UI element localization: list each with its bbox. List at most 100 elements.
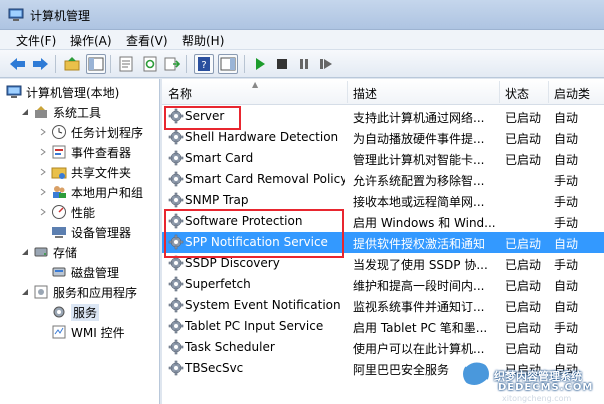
forward-icon[interactable] [30,54,50,74]
up-folder-icon[interactable] [62,54,82,74]
tree-item-label: 磁盘管理 [71,265,120,280]
expanded-icon[interactable] [20,107,30,117]
table-row[interactable]: Tablet PC Input Service 启用 Tablet PC 笔和墨.… [162,316,604,337]
service-description: 为自动播放硬件事件提... [353,132,485,146]
export-list-icon[interactable] [162,54,182,74]
expanded-icon[interactable] [20,247,30,257]
pause-icon[interactable] [294,54,314,74]
users-icon [51,184,67,200]
show-tree-icon[interactable] [86,54,106,74]
table-row[interactable]: Smart Card Removal Policy 允许系统配置为移除智... 手动 [162,169,604,190]
restart-icon[interactable] [316,54,336,74]
play-icon[interactable] [250,54,270,74]
service-gear-icon [168,129,184,145]
device-manager-icon [51,224,67,240]
menu-help[interactable]: 帮助(H) [180,32,226,49]
tree-item-label: 共享文件夹 [71,165,132,180]
performance-icon [51,204,67,220]
tree-item-label: 事件查看器 [71,145,132,160]
collapsed-icon[interactable] [38,207,48,217]
menu-action[interactable]: 操作(A) [68,32,114,49]
service-status: 已启动 [505,300,542,314]
shared-folder-icon [51,164,67,180]
title-bar: 计算机管理 [0,0,604,30]
disk-icon [51,264,67,280]
service-gear-icon [168,360,184,376]
service-description: 启用 Windows 和 Wind... [353,216,496,230]
collapsed-icon[interactable] [38,147,48,157]
collapsed-icon[interactable] [38,167,48,177]
svg-text:?: ? [201,60,206,71]
help-icon[interactable]: ? [194,54,214,74]
list-header: 名称 ▲ 描述 状态 启动类 [162,79,604,105]
tree-item-label: 任务计划程序 [71,125,144,140]
menu-file[interactable]: 文件(F) [14,32,58,49]
service-gear-icon [168,276,184,292]
tree-item[interactable]: 设备管理器 [38,222,131,242]
tree-item[interactable]: 任务计划程序 [38,122,143,142]
expanded-icon[interactable] [20,287,30,297]
computer-management-icon [8,8,24,21]
service-name: Tablet PC Input Service [185,319,324,333]
tree-item[interactable]: 共享文件夹 [38,162,131,182]
tree-item[interactable]: WMI 控件 [38,322,125,342]
menu-view[interactable]: 查看(V) [124,32,170,49]
tree-item-label: 性能 [71,205,96,220]
action-pane-icon[interactable] [218,54,238,74]
services-apps-icon [33,284,49,300]
service-startup-type: 自动 [554,279,579,293]
no-expander [38,307,48,317]
console-tree: 计算机管理(本地) 系统工具任务计划程序 事件查看器共享文件夹本地用户和组性能设备… [0,79,160,404]
service-name: System Event Notification ... [185,298,345,312]
tree-root[interactable]: 计算机管理(本地) [6,82,119,102]
stop-icon[interactable] [272,54,292,74]
table-row[interactable]: System Event Notification ... 监视系统事件并通知订.… [162,295,604,316]
collapsed-icon[interactable] [38,127,48,137]
tree-item[interactable]: 事件查看器 [38,142,131,162]
service-description: 监视系统事件并通知订... [353,300,485,314]
no-expander [38,267,48,277]
highlight-server [164,106,241,130]
column-description[interactable]: 描述 [353,85,377,102]
tree-item[interactable]: 存储 [20,242,77,262]
service-gear-icon [168,318,184,334]
service-startup-type: 手动 [554,174,579,188]
tree-item[interactable]: 系统工具 [20,102,101,122]
service-name: Superfetch [185,277,251,291]
tree-item-label: 服务 [71,303,100,321]
tree-item[interactable]: 服务 [38,302,100,322]
event-viewer-icon [51,144,67,160]
window-title: 计算机管理 [30,9,91,23]
service-status: 已启动 [505,111,542,125]
watermark-brand: xitongcheng.com [502,394,572,403]
tree-item[interactable]: 服务和应用程序 [20,282,137,302]
table-row[interactable]: Superfetch 维护和提高一段时间内... 已启动 自动 [162,274,604,295]
tree-item[interactable]: 本地用户和组 [38,182,143,202]
collapsed-icon[interactable] [38,187,48,197]
watermark: 织梦内容管理系统 DEDECMS.COM xitongcheng.com [440,352,604,404]
tree-item[interactable]: 性能 [38,202,95,222]
table-row[interactable]: Smart Card 管理此计算机对智能卡... 已启动 自动 [162,148,604,169]
refresh-icon[interactable] [140,54,160,74]
no-expander [38,227,48,237]
column-startup-type[interactable]: 启动类 [554,85,590,102]
sort-arrow-icon: ▲ [252,80,259,89]
table-row[interactable]: SNMP Trap 接收本地或远程简单网... 手动 [162,190,604,211]
service-name: SNMP Trap [185,193,249,207]
tree-item-label: 系统工具 [53,105,102,120]
service-gear-icon [168,192,184,208]
service-status: 已启动 [505,321,542,335]
table-row[interactable]: Shell Hardware Detection 为自动播放硬件事件提... 已启动… [162,127,604,148]
back-icon[interactable] [8,54,28,74]
service-name: Task Scheduler [185,340,275,354]
tree-root-label: 计算机管理(本地) [26,85,120,100]
tree-item[interactable]: 磁盘管理 [38,262,119,282]
column-name[interactable]: 名称 [168,85,192,102]
properties-icon[interactable] [116,54,136,74]
service-description: 启用 Tablet PC 笔和墨... [353,321,488,335]
menu-bar: 文件(F) 操作(A) 查看(V) 帮助(H) [0,30,604,50]
service-description: 管理此计算机对智能卡... [353,153,485,167]
column-status[interactable]: 状态 [505,85,529,102]
storage-icon [33,244,49,260]
tools-icon [33,104,49,120]
